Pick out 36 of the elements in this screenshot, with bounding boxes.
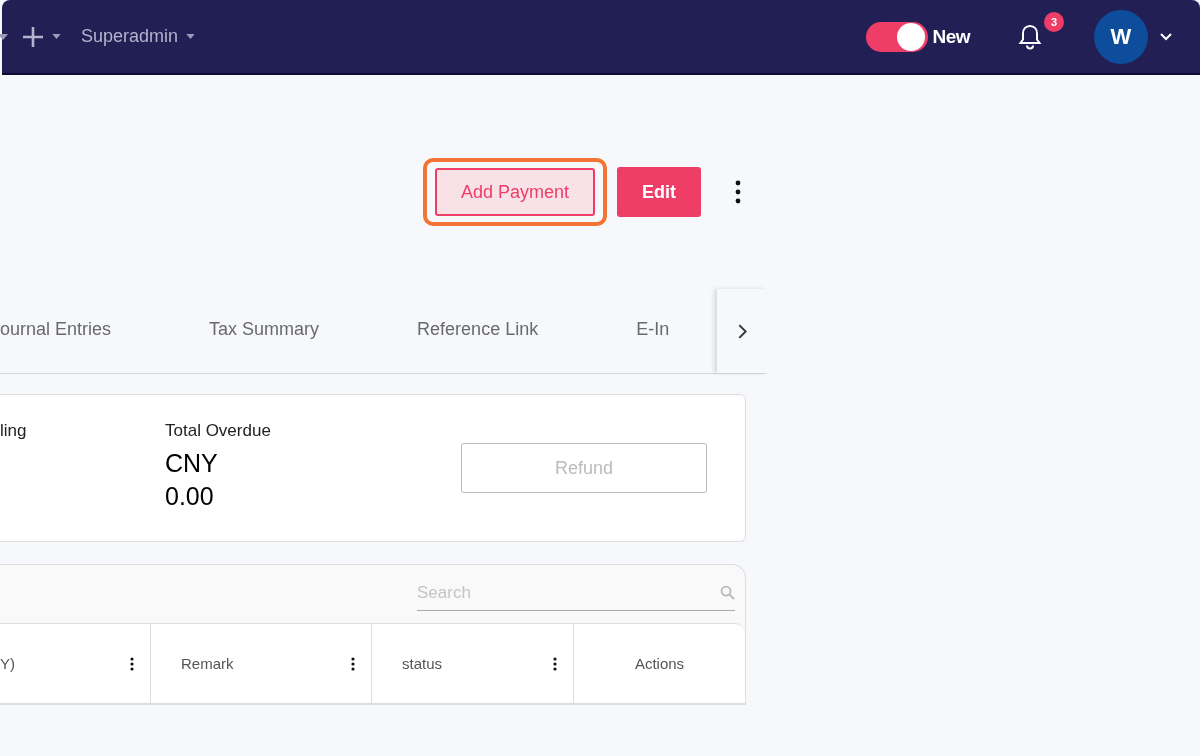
column-header-label: status [402, 655, 443, 672]
tab[interactable]: Tax Summary [209, 311, 320, 351]
caret-icon [186, 34, 196, 39]
tab[interactable]: E-In [636, 311, 670, 351]
column-header-label: Actions [634, 655, 685, 672]
toggle-label: New [932, 25, 970, 48]
add-menu-button[interactable] [22, 25, 61, 48]
column-header[interactable]: Actions [574, 624, 745, 703]
plus-icon [22, 25, 44, 48]
column-header[interactable]: status [372, 624, 574, 703]
column-header[interactable]: Remark [151, 624, 372, 703]
bell-icon[interactable] [1018, 23, 1042, 50]
chevron-down-icon[interactable] [1160, 32, 1172, 41]
action-button[interactable]: Add Payment [435, 168, 595, 216]
toggle-switch[interactable] [866, 21, 929, 52]
column-menu-icon[interactable] [553, 656, 557, 671]
tab[interactable]: ournal Entries [0, 311, 112, 351]
summary-currency: CNY [165, 448, 219, 479]
column-menu-icon[interactable] [351, 656, 355, 671]
column-menu-icon[interactable] [130, 656, 134, 671]
user-menu-button[interactable]: Superadmin [81, 26, 196, 47]
summary-label: ling [0, 421, 28, 441]
tab[interactable]: Reference Link [417, 311, 539, 351]
column-header-label: Y) [0, 655, 15, 672]
summary-amount: 0.00 [165, 480, 215, 512]
notification-count-badge: 3 [1044, 11, 1064, 32]
avatar[interactable]: W [1094, 9, 1148, 64]
action-button[interactable]: Edit [617, 167, 701, 217]
search-icon [720, 585, 735, 600]
more-options-icon[interactable] [735, 180, 741, 204]
caret-icon [52, 34, 61, 39]
column-header-label: Remark [181, 655, 234, 672]
column-header[interactable]: Y) [0, 624, 151, 703]
summary-label: Total Overdue [165, 421, 272, 441]
caret-icon[interactable] [0, 33, 8, 40]
chevron-right-icon [737, 323, 747, 339]
